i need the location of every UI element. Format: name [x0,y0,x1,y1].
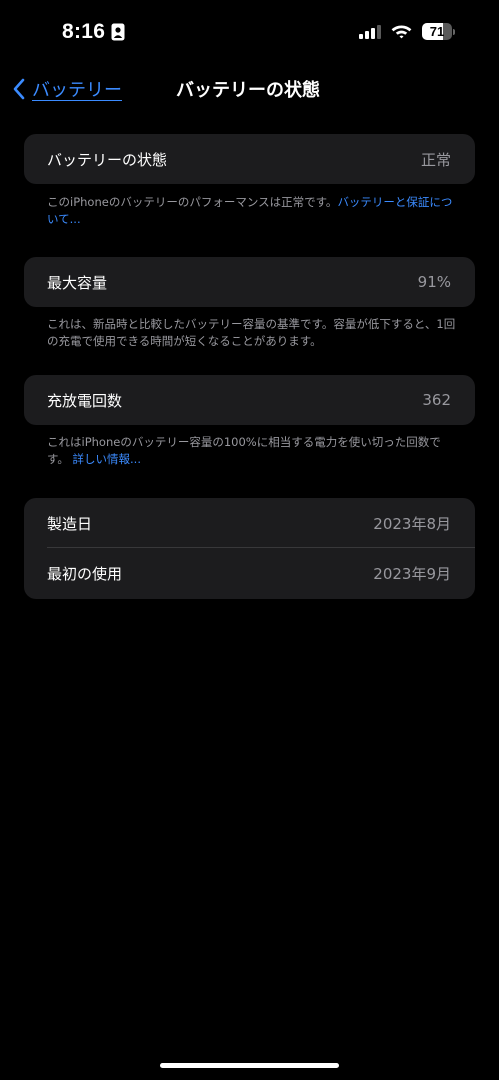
max-capacity-row: 最大容量 91% [24,257,475,307]
battery-health-footnote-text: このiPhoneのバッテリーのパフォーマンスは正常です。 [47,195,338,209]
battery-health-footnote: このiPhoneのバッテリーのパフォーマンスは正常です。バッテリーと保証について… [47,194,457,228]
home-indicator[interactable] [160,1063,339,1068]
cycle-count-card: 充放電回数 362 [24,375,475,425]
back-button[interactable]: バッテリー [12,74,122,104]
battery-level: 71 [429,24,445,39]
cycle-count-row: 充放電回数 362 [24,375,475,425]
max-capacity-label: 最大容量 [47,273,108,292]
first-use-row: 最初の使用 2023年9月 [24,548,475,599]
status-time-group: 8:16 [62,20,125,44]
manufacture-date-label: 製造日 [47,514,93,533]
battery-health-value: 正常 [420,150,451,169]
manufacture-date-row: 製造日 2023年8月 [24,498,475,548]
battery-health-card: バッテリーの状態 正常 [24,134,475,184]
wifi-icon [391,25,412,39]
max-capacity-value: 91% [417,273,451,291]
dates-card: 製造日 2023年8月 最初の使用 2023年9月 [24,498,475,599]
status-indicators: 71 [359,23,455,40]
chevron-left-icon [13,78,25,100]
cycle-count-value: 362 [422,391,451,409]
battery-health-label: バッテリーの状態 [47,150,168,169]
cycle-count-footnote: これはiPhoneのバッテリー容量の100%に相当する電力を使い切った回数です。… [47,434,457,468]
first-use-value: 2023年9月 [373,565,451,583]
battery-health-screen: 8:16 71 バッテリー バッテリーの状態 バッテリーの状態 正常 このiPh… [0,0,499,1080]
manufacture-date-value: 2023年8月 [373,514,451,533]
max-capacity-footnote: これは、新品時と比較したバッテリー容量の基準です。容量が低下すると、1回の充電で… [47,316,457,350]
battery-health-row: バッテリーの状態 正常 [24,134,475,184]
cycle-count-label: 充放電回数 [47,391,123,410]
cellular-signal-icon [359,24,381,39]
learn-more-link[interactable]: 詳しい情報... [73,452,141,466]
page-title: バッテリーの状態 [176,80,320,101]
max-capacity-footnote-text: これは、新品時と比較したバッテリー容量の基準です。容量が低下すると、1回の充電で… [47,317,456,348]
first-use-label: 最初の使用 [47,565,123,583]
id-badge-icon [111,23,125,41]
max-capacity-card: 最大容量 91% [24,257,475,307]
back-button-label[interactable]: バッテリー [32,76,122,102]
battery-tip [453,28,455,35]
status-bar: 8:16 71 [0,0,499,70]
battery-icon: 71 [422,23,452,40]
status-time: 8:16 [62,20,106,43]
